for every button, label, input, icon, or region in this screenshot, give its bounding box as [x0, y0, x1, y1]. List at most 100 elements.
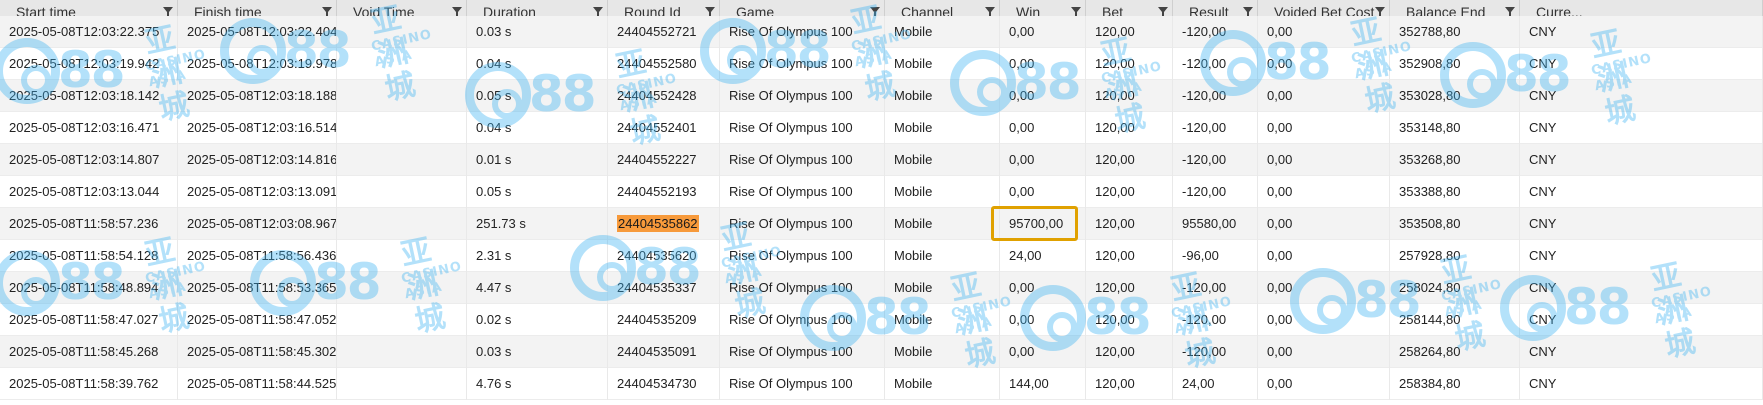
table-row[interactable]: 2025-05-08T12:03:18.142 2025-05-08T12:03:… [0, 80, 1763, 112]
cell-value: CNY [1529, 248, 1557, 263]
cell-game: Rise Of Olympus 100 [720, 176, 885, 208]
cell-game: Rise Of Olympus 100 [720, 112, 885, 144]
cell-channel: Mobile [885, 240, 1000, 272]
cell-value: 0,00 [1267, 344, 1293, 359]
cell-void [337, 336, 467, 368]
cell-value: 24404535209 [617, 312, 697, 327]
cell-currency: CNY [1520, 208, 1763, 240]
cell-result: -120,00 [1173, 176, 1258, 208]
cell-value: 0,00 [1267, 312, 1293, 327]
cell-value: 24404552580 [617, 56, 697, 71]
cell-value: 120,00 [1095, 216, 1135, 231]
cell-value: CNY [1529, 312, 1557, 327]
cell-duration: 0.03 s [467, 336, 608, 368]
cell-duration: 0.05 s [467, 176, 608, 208]
table-row[interactable]: 2025-05-08T12:03:19.942 2025-05-08T12:03:… [0, 48, 1763, 80]
cell-value: 2025-05-08T12:03:19.978 [187, 56, 337, 71]
cell-bet: 120,00 [1086, 368, 1173, 400]
table-row[interactable]: 2025-05-08T11:58:39.762 2025-05-08T11:58:… [0, 368, 1763, 400]
cell-result: -120,00 [1173, 112, 1258, 144]
cell-value: 0,00 [1267, 152, 1293, 167]
cell-value: Rise Of Olympus 100 [729, 280, 853, 295]
cell-value: 120,00 [1095, 248, 1135, 263]
cell-value: 2025-05-08T11:58:48.894 [9, 280, 159, 295]
cell-value: 2025-05-08T11:58:39.762 [9, 376, 159, 391]
cell-value: 2025-05-08T12:03:13.091 [187, 184, 337, 199]
cell-value: 120,00 [1095, 152, 1135, 167]
cell-bet: 120,00 [1086, 208, 1173, 240]
cell-start: 2025-05-08T12:03:18.142 [0, 80, 178, 112]
cell-currency: CNY [1520, 16, 1763, 48]
cell-duration: 0.04 s [467, 112, 608, 144]
cell-value: 24404552193 [617, 184, 697, 199]
cell-balance: 257928,80 [1390, 240, 1520, 272]
cell-value: 0,00 [1009, 280, 1035, 295]
cell-value: 2025-05-08T12:03:16.471 [9, 120, 160, 135]
cell-value: 2025-05-08T12:03:22.404 [187, 24, 337, 39]
cell-game: Rise Of Olympus 100 [720, 144, 885, 176]
cell-value: Mobile [894, 312, 933, 327]
cell-value: 0,00 [1009, 120, 1035, 135]
cell-finish: 2025-05-08T12:03:13.091 [178, 176, 337, 208]
cell-value: 2025-05-08T11:58:54.128 [9, 248, 159, 263]
table-row[interactable]: 2025-05-08T12:03:16.471 2025-05-08T12:03:… [0, 112, 1763, 144]
table-row[interactable]: 2025-05-08T12:03:14.807 2025-05-08T12:03:… [0, 144, 1763, 176]
table-row[interactable]: 2025-05-08T12:03:13.044 2025-05-08T12:03:… [0, 176, 1763, 208]
cell-duration: 4.76 s [467, 368, 608, 400]
cell-value: Mobile [894, 344, 933, 359]
cell-finish: 2025-05-08T11:58:44.525 [178, 368, 337, 400]
cell-value: 120,00 [1095, 312, 1135, 327]
cell-balance: 353388,80 [1390, 176, 1520, 208]
cell-balance: 352908,80 [1390, 48, 1520, 80]
cell-result: -120,00 [1173, 16, 1258, 48]
cell-value: 0,00 [1267, 280, 1293, 295]
cell-value: 2025-05-08T12:03:14.807 [9, 152, 160, 167]
cell-channel: Mobile [885, 48, 1000, 80]
cell-value: 2025-05-08T11:58:45.268 [9, 344, 159, 359]
cell-finish: 2025-05-08T11:58:47.052 [178, 304, 337, 336]
cell-value: 258024,80 [1399, 280, 1461, 295]
cell-value: 2025-05-08T12:03:16.514 [187, 120, 337, 135]
cell-value: 2025-05-08T12:03:18.142 [9, 88, 160, 103]
cell-value: CNY [1529, 120, 1557, 135]
cell-value: CNY [1529, 344, 1557, 359]
cell-value: 352908,80 [1399, 56, 1461, 71]
cell-balance: 352788,80 [1390, 16, 1520, 48]
cell-value: 258384,80 [1399, 376, 1461, 391]
cell-finish: 2025-05-08T11:58:53.365 [178, 272, 337, 304]
table-row[interactable]: 2025-05-08T11:58:54.128 2025-05-08T11:58:… [0, 240, 1763, 272]
cell-void [337, 80, 467, 112]
cell-game: Rise Of Olympus 100 [720, 48, 885, 80]
cell-currency: CNY [1520, 336, 1763, 368]
cell-win: 0,00 [1000, 144, 1086, 176]
cell-game: Rise Of Olympus 100 [720, 336, 885, 368]
cell-start: 2025-05-08T11:58:54.128 [0, 240, 178, 272]
table-row[interactable]: 2025-05-08T11:58:45.268 2025-05-08T11:58:… [0, 336, 1763, 368]
cell-channel: Mobile [885, 304, 1000, 336]
cell-value: 2025-05-08T11:58:45.302 [187, 344, 337, 359]
cell-value: 0,00 [1009, 152, 1035, 167]
cell-value: CNY [1529, 280, 1557, 295]
cell-round: 24404535337 [608, 272, 720, 304]
cell-value: CNY [1529, 88, 1557, 103]
table-row[interactable]: 2025-05-08T12:03:22.375 2025-05-08T12:03:… [0, 16, 1763, 48]
table-row[interactable]: 2025-05-08T11:58:48.894 2025-05-08T11:58:… [0, 272, 1763, 304]
cell-start: 2025-05-08T12:03:14.807 [0, 144, 178, 176]
cell-game: Rise Of Olympus 100 [720, 304, 885, 336]
cell-value: 24,00 [1009, 248, 1042, 263]
cell-round: 24404535091 [608, 336, 720, 368]
cell-value: Rise Of Olympus 100 [729, 24, 853, 39]
cell-finish: 2025-05-08T12:03:14.816 [178, 144, 337, 176]
bet-history-grid: Start time Finish time Void Time Duration Ro… [0, 0, 1763, 405]
cell-value: 0,00 [1267, 376, 1293, 391]
cell-value: 2025-05-08T12:03:13.044 [9, 184, 160, 199]
table-row[interactable]: 2025-05-08T11:58:57.236 2025-05-08T12:03:… [0, 208, 1763, 240]
cell-value: -120,00 [1182, 56, 1227, 71]
cell-value: 2.31 s [476, 248, 512, 263]
cell-start: 2025-05-08T11:58:57.236 [0, 208, 178, 240]
cell-value: 0.01 s [476, 152, 512, 167]
table-row[interactable]: 2025-05-08T11:58:47.027 2025-05-08T11:58:… [0, 304, 1763, 336]
cell-value: 2025-05-08T11:58:56.436 [187, 248, 337, 263]
cell-value: 2025-05-08T11:58:47.027 [9, 312, 159, 327]
cell-channel: Mobile [885, 112, 1000, 144]
